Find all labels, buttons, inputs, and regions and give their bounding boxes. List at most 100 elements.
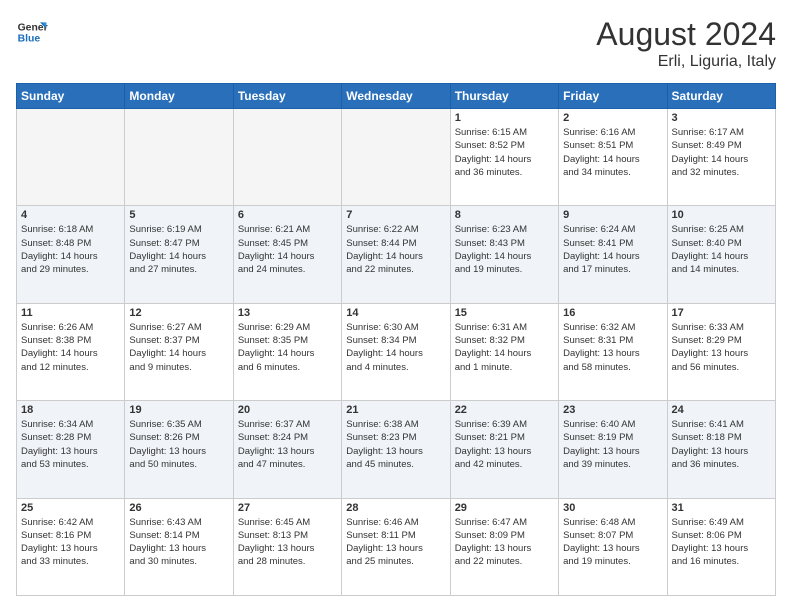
- logo: General Blue: [16, 16, 48, 48]
- day-number: 5: [129, 209, 228, 221]
- day-info: Sunrise: 6:33 AMSunset: 8:29 PMDaylight:…: [672, 321, 771, 374]
- day-info: Sunrise: 6:17 AMSunset: 8:49 PMDaylight:…: [672, 126, 771, 179]
- day-number: 11: [21, 307, 120, 319]
- day-number: 28: [346, 502, 445, 514]
- day-info: Sunrise: 6:15 AMSunset: 8:52 PMDaylight:…: [455, 126, 554, 179]
- day-info: Sunrise: 6:25 AMSunset: 8:40 PMDaylight:…: [672, 223, 771, 276]
- day-info: Sunrise: 6:34 AMSunset: 8:28 PMDaylight:…: [21, 418, 120, 471]
- day-number: 19: [129, 404, 228, 416]
- day-number: 30: [563, 502, 662, 514]
- col-thursday: Thursday: [450, 84, 558, 109]
- table-row: 9Sunrise: 6:24 AMSunset: 8:41 PMDaylight…: [559, 206, 667, 303]
- col-wednesday: Wednesday: [342, 84, 450, 109]
- day-info: Sunrise: 6:40 AMSunset: 8:19 PMDaylight:…: [563, 418, 662, 471]
- day-info: Sunrise: 6:18 AMSunset: 8:48 PMDaylight:…: [21, 223, 120, 276]
- table-row: 5 Sunrise: 6:19 AMSunset: 8:47 PMDaylight…: [125, 206, 233, 303]
- table-row: 26 Sunrise: 6:43 AMSunset: 8:14 PMDayligh…: [125, 498, 233, 595]
- calendar-header-row: Sunday Monday Tuesday Wednesday Thursday…: [17, 84, 776, 109]
- table-row: 29Sunrise: 6:47 AMSunset: 8:09 PMDayligh…: [450, 498, 558, 595]
- table-row: 19 Sunrise: 6:35 AMSunset: 8:26 PMDayligh…: [125, 401, 233, 498]
- day-info: Sunrise: 6:19 AMSunset: 8:47 PMDaylight:…: [129, 223, 228, 276]
- day-number: 27: [238, 502, 337, 514]
- day-info: Sunrise: 6:37 AMSunset: 8:24 PMDaylight:…: [238, 418, 337, 471]
- table-row: 31 Sunrise: 6:49 AMSunset: 8:06 PMDayligh…: [667, 498, 775, 595]
- day-info: Sunrise: 6:32 AMSunset: 8:31 PMDaylight:…: [563, 321, 662, 374]
- day-info: Sunrise: 6:29 AMSunset: 8:35 PMDaylight:…: [238, 321, 337, 374]
- table-row: 16Sunrise: 6:32 AMSunset: 8:31 PMDayligh…: [559, 303, 667, 400]
- table-row: 28 Sunrise: 6:46 AMSunset: 8:11 PMDayligh…: [342, 498, 450, 595]
- day-number: 29: [455, 502, 554, 514]
- day-info: Sunrise: 6:43 AMSunset: 8:14 PMDaylight:…: [129, 516, 228, 569]
- col-sunday: Sunday: [17, 84, 125, 109]
- day-info: Sunrise: 6:49 AMSunset: 8:06 PMDaylight:…: [672, 516, 771, 569]
- day-info: Sunrise: 6:35 AMSunset: 8:26 PMDaylight:…: [129, 418, 228, 471]
- day-number: 15: [455, 307, 554, 319]
- table-row: 10 Sunrise: 6:25 AMSunset: 8:40 PMDayligh…: [667, 206, 775, 303]
- day-info: Sunrise: 6:30 AMSunset: 8:34 PMDaylight:…: [346, 321, 445, 374]
- day-number: 9: [563, 209, 662, 221]
- day-number: 4: [21, 209, 120, 221]
- col-monday: Monday: [125, 84, 233, 109]
- day-number: 24: [672, 404, 771, 416]
- calendar-table: Sunday Monday Tuesday Wednesday Thursday…: [16, 83, 776, 596]
- day-number: 6: [238, 209, 337, 221]
- table-row: 14Sunrise: 6:30 AMSunset: 8:34 PMDayligh…: [342, 303, 450, 400]
- day-info: Sunrise: 6:45 AMSunset: 8:13 PMDaylight:…: [238, 516, 337, 569]
- day-number: 20: [238, 404, 337, 416]
- col-tuesday: Tuesday: [233, 84, 341, 109]
- location: Erli, Liguria, Italy: [596, 53, 776, 71]
- day-info: Sunrise: 6:38 AMSunset: 8:23 PMDaylight:…: [346, 418, 445, 471]
- day-number: 25: [21, 502, 120, 514]
- header: General Blue August 2024 Erli, Liguria, …: [16, 16, 776, 71]
- table-row: [17, 109, 125, 206]
- day-info: Sunrise: 6:41 AMSunset: 8:18 PMDaylight:…: [672, 418, 771, 471]
- day-info: Sunrise: 6:27 AMSunset: 8:37 PMDaylight:…: [129, 321, 228, 374]
- table-row: 11Sunrise: 6:26 AMSunset: 8:38 PMDayligh…: [17, 303, 125, 400]
- day-info: Sunrise: 6:31 AMSunset: 8:32 PMDaylight:…: [455, 321, 554, 374]
- day-info: Sunrise: 6:46 AMSunset: 8:11 PMDaylight:…: [346, 516, 445, 569]
- table-row: 21 Sunrise: 6:38 AMSunset: 8:23 PMDayligh…: [342, 401, 450, 498]
- day-number: 21: [346, 404, 445, 416]
- day-number: 26: [129, 502, 228, 514]
- col-friday: Friday: [559, 84, 667, 109]
- table-row: 18 Sunrise: 6:34 AMSunset: 8:28 PMDayligh…: [17, 401, 125, 498]
- table-row: 20 Sunrise: 6:37 AMSunset: 8:24 PMDayligh…: [233, 401, 341, 498]
- day-number: 3: [672, 112, 771, 124]
- table-row: 2 Sunrise: 6:16 AMSunset: 8:51 PMDaylight…: [559, 109, 667, 206]
- table-row: 3 Sunrise: 6:17 AMSunset: 8:49 PMDaylight…: [667, 109, 775, 206]
- table-row: 17 Sunrise: 6:33 AMSunset: 8:29 PMDayligh…: [667, 303, 775, 400]
- table-row: 30 Sunrise: 6:48 AMSunset: 8:07 PMDayligh…: [559, 498, 667, 595]
- table-row: 4 Sunrise: 6:18 AMSunset: 8:48 PMDaylight…: [17, 206, 125, 303]
- day-info: Sunrise: 6:42 AMSunset: 8:16 PMDaylight:…: [21, 516, 120, 569]
- table-row: 15 Sunrise: 6:31 AMSunset: 8:32 PMDayligh…: [450, 303, 558, 400]
- day-number: 13: [238, 307, 337, 319]
- svg-text:Blue: Blue: [18, 34, 41, 45]
- day-number: 2: [563, 112, 662, 124]
- day-number: 12: [129, 307, 228, 319]
- table-row: [125, 109, 233, 206]
- logo-icon: General Blue: [16, 16, 48, 48]
- table-row: 25 Sunrise: 6:42 AMSunset: 8:16 PMDayligh…: [17, 498, 125, 595]
- day-number: 18: [21, 404, 120, 416]
- table-row: 12 Sunrise: 6:27 AMSunset: 8:37 PMDayligh…: [125, 303, 233, 400]
- table-row: 23Sunrise: 6:40 AMSunset: 8:19 PMDayligh…: [559, 401, 667, 498]
- table-row: 7 Sunrise: 6:22 AMSunset: 8:44 PMDaylight…: [342, 206, 450, 303]
- day-number: 7: [346, 209, 445, 221]
- title-area: August 2024 Erli, Liguria, Italy: [596, 16, 776, 71]
- col-saturday: Saturday: [667, 84, 775, 109]
- table-row: [233, 109, 341, 206]
- day-number: 10: [672, 209, 771, 221]
- day-number: 31: [672, 502, 771, 514]
- day-number: 22: [455, 404, 554, 416]
- day-info: Sunrise: 6:39 AMSunset: 8:21 PMDaylight:…: [455, 418, 554, 471]
- day-info: Sunrise: 6:16 AMSunset: 8:51 PMDaylight:…: [563, 126, 662, 179]
- day-info: Sunrise: 6:48 AMSunset: 8:07 PMDaylight:…: [563, 516, 662, 569]
- table-row: 6Sunrise: 6:21 AMSunset: 8:45 PMDaylight…: [233, 206, 341, 303]
- table-row: 27 Sunrise: 6:45 AMSunset: 8:13 PMDayligh…: [233, 498, 341, 595]
- day-info: Sunrise: 6:22 AMSunset: 8:44 PMDaylight:…: [346, 223, 445, 276]
- table-row: [342, 109, 450, 206]
- table-row: 8Sunrise: 6:23 AMSunset: 8:43 PMDaylight…: [450, 206, 558, 303]
- day-number: 17: [672, 307, 771, 319]
- month-title: August 2024: [596, 16, 776, 53]
- table-row: 1Sunrise: 6:15 AMSunset: 8:52 PMDaylight…: [450, 109, 558, 206]
